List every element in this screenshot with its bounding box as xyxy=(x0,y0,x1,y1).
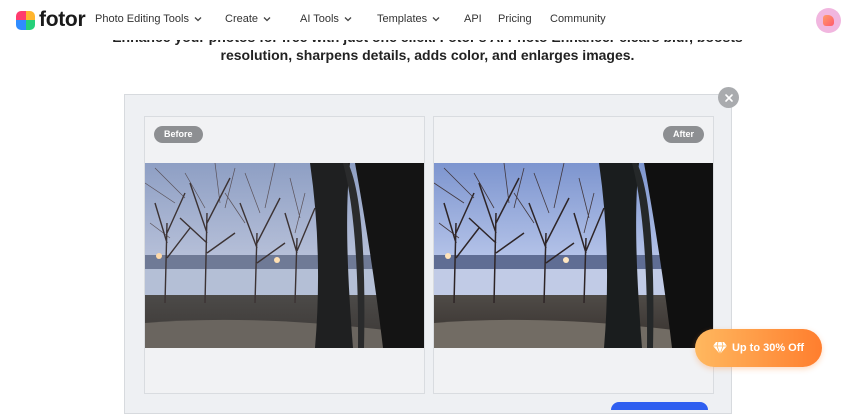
promo-label: Up to 30% Off xyxy=(731,342,805,354)
after-badge: After xyxy=(662,126,704,143)
fotor-logo[interactable]: fotor xyxy=(16,8,86,31)
nav-pricing[interactable]: Pricing xyxy=(498,13,532,25)
before-image xyxy=(145,163,424,348)
nav-label: Photo Editing Tools xyxy=(95,13,189,25)
nav-label: Community xyxy=(550,13,606,25)
nav-community[interactable]: Community xyxy=(550,13,606,25)
nav-photo-editing-tools[interactable]: Photo Editing Tools xyxy=(95,13,203,25)
after-card: After xyxy=(433,116,714,394)
enhancer-compare-panel: Before After xyxy=(124,94,732,414)
chevron-down-icon xyxy=(344,17,352,22)
close-icon xyxy=(724,93,733,102)
nav-templates[interactable]: Templates xyxy=(377,13,441,25)
primary-action-button[interactable] xyxy=(611,402,708,410)
chevron-down-icon xyxy=(432,17,440,22)
nav-label: API xyxy=(464,13,482,25)
discount-promo-button[interactable]: Up to 30% Off xyxy=(695,329,822,367)
nav-label: Templates xyxy=(377,13,428,25)
nav-ai-tools[interactable]: AI Tools xyxy=(300,13,353,25)
brand-name: fotor xyxy=(39,8,86,31)
chevron-down-icon xyxy=(263,17,271,22)
after-image xyxy=(434,163,713,348)
close-button[interactable] xyxy=(718,87,739,108)
nav-create[interactable]: Create xyxy=(225,13,272,25)
nav-label: AI Tools xyxy=(300,13,339,25)
nav-label: Create xyxy=(225,13,259,25)
diamond-icon xyxy=(712,342,727,354)
before-badge: Before xyxy=(154,126,203,143)
nav-label: Pricing xyxy=(498,13,532,25)
hero-line-2: resolution, sharpens details, adds color… xyxy=(220,47,635,63)
user-avatar[interactable] xyxy=(816,8,841,33)
chevron-down-icon xyxy=(194,17,202,22)
avatar-icon xyxy=(823,15,834,26)
top-navbar: fotor Photo Editing Tools Create AI Tool… xyxy=(0,0,855,40)
before-card: Before xyxy=(144,116,425,394)
nav-api[interactable]: API xyxy=(464,13,482,25)
fotor-logo-icon xyxy=(16,10,35,30)
